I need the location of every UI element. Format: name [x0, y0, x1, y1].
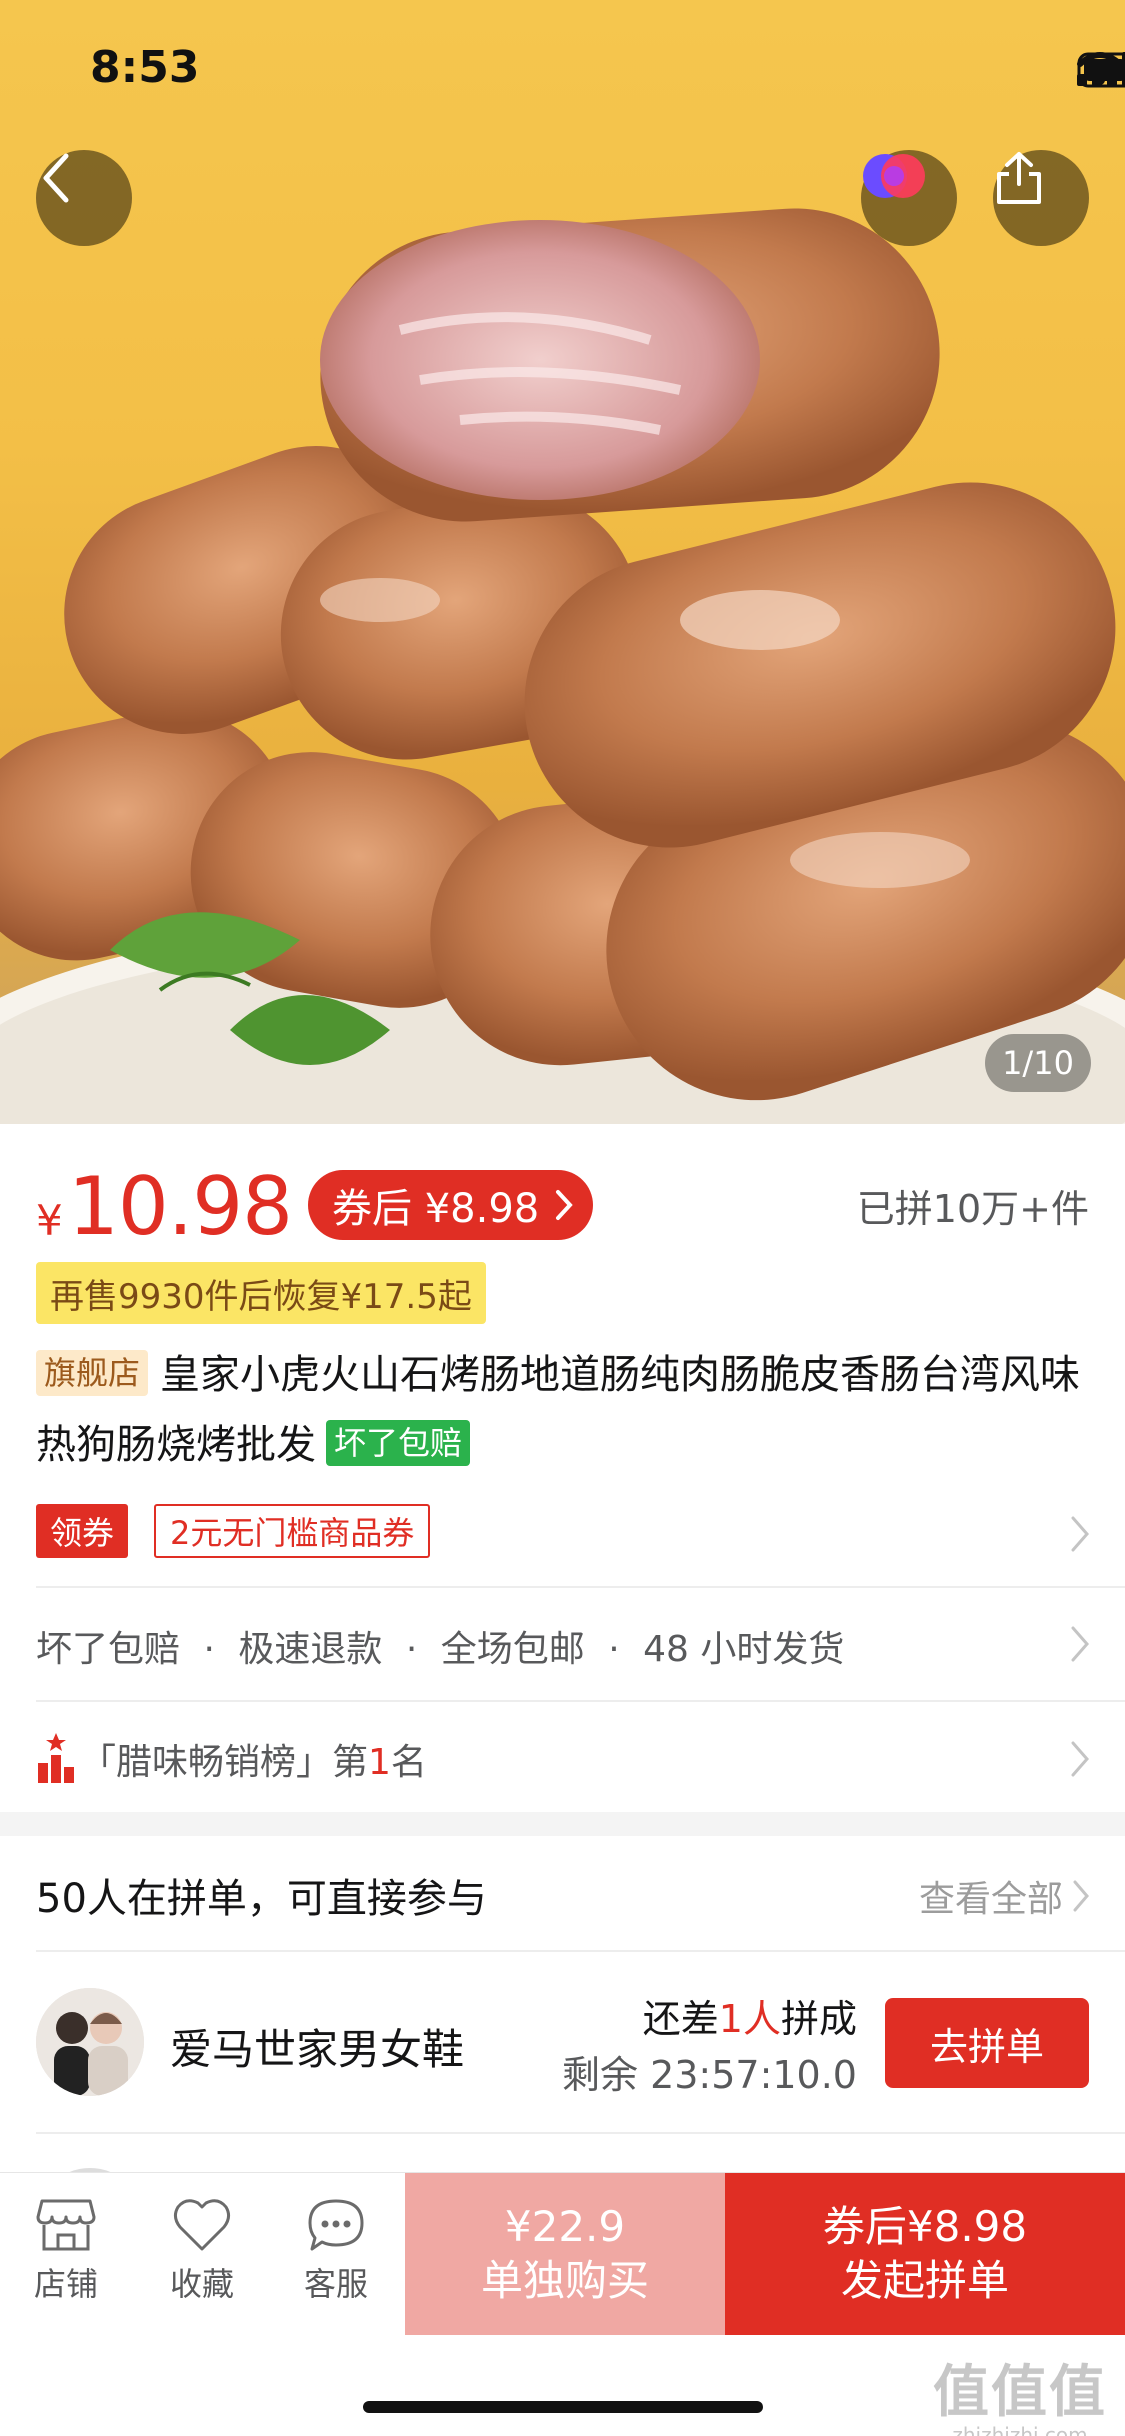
tab-label: 客服	[303, 2265, 368, 2303]
group-buy-header: 50人在拼单，可直接参与 查看全部	[0, 1860, 1125, 1936]
heart-icon	[173, 2199, 231, 2251]
group-buy-item: 爱马世家男女鞋 还差1人拼成 剩余 23:57:10.0 去拼单	[0, 1980, 1125, 2120]
coupon-price-label: 券后 ¥8.98	[332, 1186, 540, 1232]
divider	[36, 1700, 1125, 1702]
chevron-right-icon	[1071, 1626, 1089, 1662]
coupon-chip[interactable]: 2元无门槛商品券	[154, 1504, 431, 1558]
join-group-button[interactable]: 去拼单	[885, 1998, 1089, 2088]
tab-customer-service[interactable]: 客服	[276, 2197, 396, 2305]
group-buy-title: 50人在拼单，可直接参与	[36, 1876, 487, 1922]
battery-icon	[1077, 52, 1125, 88]
tab-favorite[interactable]: 收藏	[142, 2197, 262, 2305]
watermark-logo: 值值值	[933, 2360, 1107, 2425]
chat-icon	[308, 2199, 364, 2251]
price-row: ¥ 10.98 券后 ¥8.98 已拼10万+件	[36, 1160, 1089, 1260]
single-label: 单独购买	[480, 2256, 649, 2305]
service-item: 坏了包赔	[36, 1629, 181, 1670]
tab-label: 店铺	[33, 2265, 98, 2303]
chevron-right-icon	[1071, 1741, 1089, 1777]
ranking-suffix: 名	[390, 1742, 427, 1783]
chevron-right-icon	[556, 1190, 573, 1220]
share-button[interactable]	[993, 150, 1089, 246]
resale-notice: 再售9930件后恢复¥17.5起	[36, 1262, 486, 1324]
need-suffix: 拼成	[780, 1997, 857, 2041]
overlapping-circles-icon	[863, 154, 925, 198]
need-prefix: 还差	[642, 1997, 719, 2041]
back-button[interactable]	[36, 150, 132, 246]
single-price: ¥22.9	[504, 2202, 626, 2251]
separator: ·	[203, 1629, 215, 1670]
avatar	[36, 1988, 144, 2096]
status-bar: 8:53	[0, 0, 1125, 132]
ranking-row[interactable]: 「腊味畅销榜」第1名	[0, 1725, 1125, 1795]
separator: ·	[608, 1629, 620, 1670]
divider	[36, 1586, 1125, 1588]
group-price: 券后¥8.98	[822, 2202, 1028, 2251]
tab-store[interactable]: 店铺	[6, 2197, 126, 2305]
product-image-gallery[interactable]: 8:53 1/10	[0, 0, 1125, 1124]
image-counter: 1/10	[985, 1034, 1091, 1092]
divider	[36, 2132, 1125, 2134]
service-item: 极速退款	[238, 1629, 383, 1670]
start-group-button[interactable]: 券后¥8.98 发起拼单	[725, 2173, 1125, 2335]
group-label: 发起拼单	[840, 2256, 1009, 2305]
guarantee-tag: 坏了包赔	[326, 1420, 471, 1466]
claim-coupon-button[interactable]: 领券	[36, 1504, 129, 1558]
store-icon	[36, 2199, 96, 2251]
coupon-row[interactable]: 领券 2元无门槛商品券	[0, 1500, 1125, 1570]
divider	[36, 1950, 1125, 1952]
currency-symbol: ¥	[36, 1196, 63, 1245]
ranking-prefix: 「腊味畅销榜」第	[80, 1742, 369, 1783]
bottom-action-bar: 店铺 收藏 客服 ¥22.9 单独购买 券后¥8.98 发起拼单 值值值 zhi…	[0, 2172, 1125, 2436]
need-count: 1人	[718, 1997, 781, 2041]
watermark: 值值值 zhizhizhi.com	[933, 2363, 1107, 2436]
buy-single-button[interactable]: ¥22.9 单独购买	[405, 2173, 725, 2335]
ranking-number: 1	[368, 1742, 391, 1783]
watermark-url: zhizhizhi.com	[952, 2423, 1088, 2436]
ranking-chart-icon	[38, 1733, 74, 1783]
chevron-left-icon	[43, 153, 69, 203]
store-tag: 旗舰店	[36, 1350, 149, 1396]
separator: ·	[405, 1629, 418, 1670]
section-gap	[0, 1812, 1125, 1836]
product-title-block: 旗舰店 皇家小虎火山石烤肠地道肠纯肉肠脆皮香肠台湾风味热狗肠烧烤批发 坏了包赔	[36, 1340, 1096, 1480]
current-price: 10.98	[68, 1160, 293, 1253]
home-indicator[interactable]	[363, 2401, 763, 2413]
view-all-link[interactable]: 查看全部	[919, 1870, 1063, 1922]
service-item: 全场包邮	[440, 1629, 585, 1670]
chevron-right-icon	[1071, 1516, 1089, 1552]
group-countdown: 剩余 23:57:10.0	[561, 2053, 857, 2097]
share-icon	[997, 152, 1041, 204]
group-need-text: 还差1人拼成	[643, 1988, 857, 2043]
coupon-price-button[interactable]: 券后 ¥8.98	[308, 1170, 594, 1240]
product-title: 皇家小虎火山石烤肠地道肠纯肉肠脆皮香肠台湾风味热狗肠烧烤批发	[36, 1352, 1081, 1468]
service-items: 坏了包赔 · 极速退款 · 全场包邮 · 48 小时发货	[36, 1620, 844, 1672]
sausage-photo	[0, 208, 1125, 1124]
sold-count: 已拼10万+件	[856, 1187, 1089, 1231]
service-row[interactable]: 坏了包赔 · 极速退款 · 全场包邮 · 48 小时发货	[0, 1610, 1125, 1680]
tab-label: 收藏	[169, 2265, 234, 2303]
user-avatar-image	[36, 1988, 144, 2096]
service-item: 48 小时发货	[643, 1629, 845, 1670]
status-time: 8:53	[90, 42, 200, 93]
chevron-right-icon[interactable]	[1071, 1878, 1091, 1914]
mix-button[interactable]	[861, 150, 957, 246]
group-leader-name: 爱马世家男女鞋	[170, 2025, 465, 2074]
ranking-text: 「腊味畅销榜」第1名	[80, 1733, 427, 1785]
